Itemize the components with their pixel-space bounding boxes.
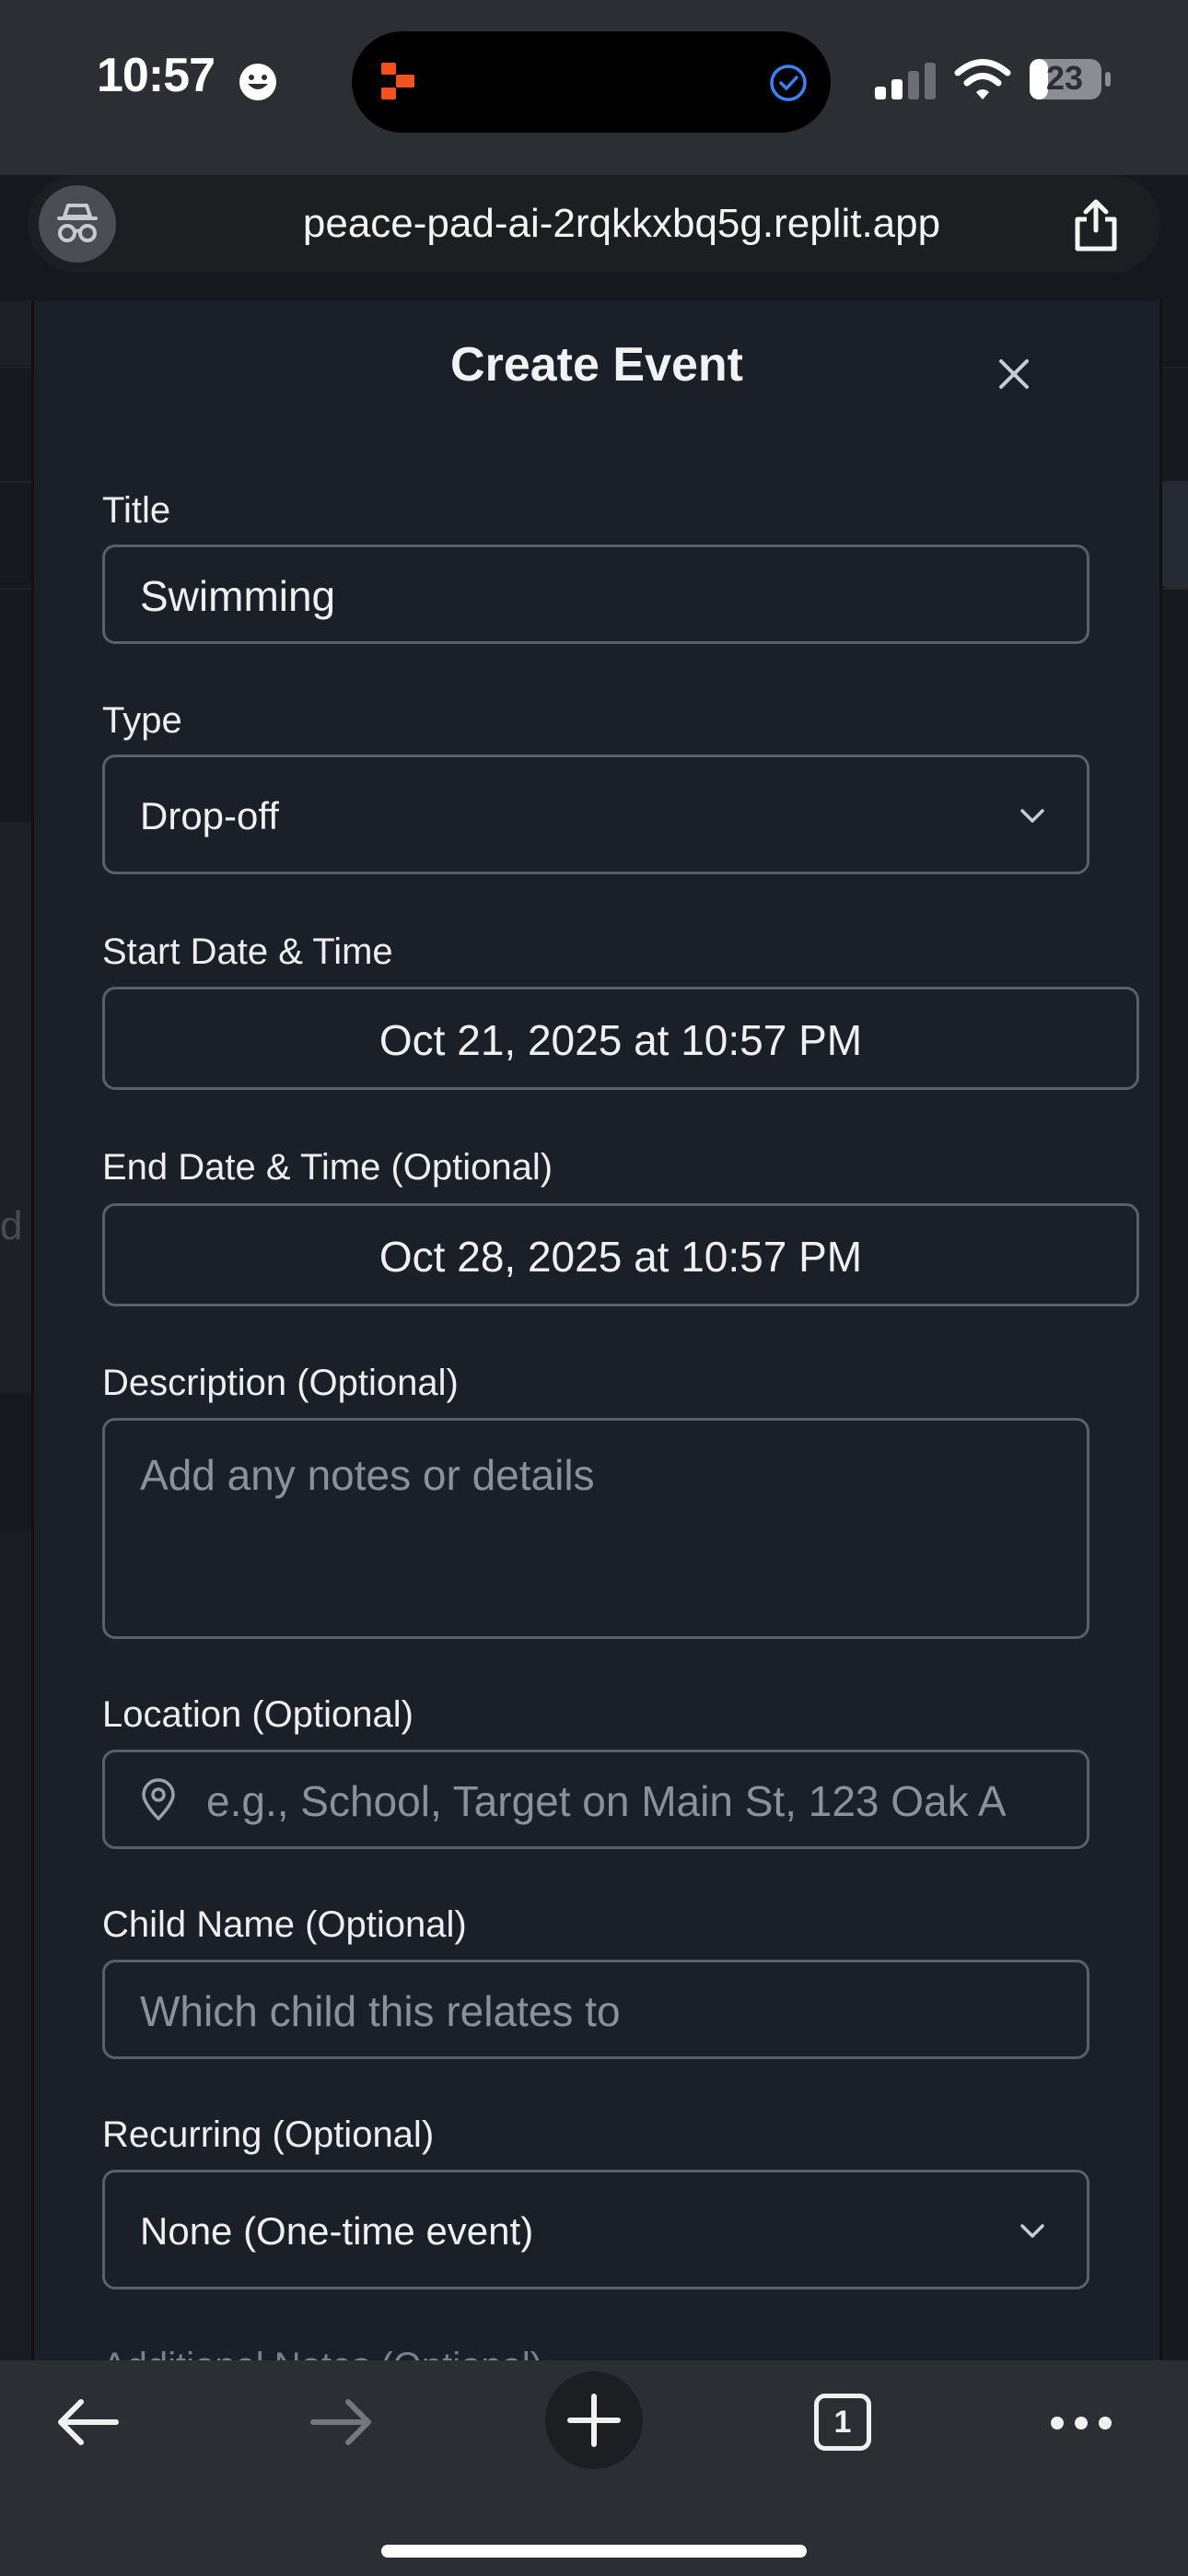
type-value: Drop-off bbox=[140, 794, 279, 837]
home-indicator[interactable] bbox=[381, 2545, 807, 2558]
start-datetime-input[interactable]: Oct 21, 2025 at 10:57 PM bbox=[102, 987, 1139, 1090]
modal-title: Create Event bbox=[450, 338, 743, 392]
title-value: Swimming bbox=[140, 572, 336, 620]
background-strip bbox=[0, 1531, 31, 2480]
check-circle-icon bbox=[770, 64, 807, 101]
chevron-down-icon bbox=[1020, 2224, 1044, 2238]
status-bar: 10:57 23 bbox=[0, 0, 1188, 175]
map-pin-icon bbox=[142, 1778, 175, 1821]
location-label: Location (Optional) bbox=[102, 1694, 413, 1735]
end-datetime-input[interactable]: Oct 28, 2025 at 10:57 PM bbox=[102, 1203, 1139, 1306]
location-placeholder: e.g., School, Target on Main St, 123 Oak… bbox=[206, 1777, 1007, 1825]
start-datetime-label: Start Date & Time bbox=[102, 931, 393, 972]
title-input[interactable]: Swimming bbox=[102, 544, 1089, 644]
plus-icon bbox=[567, 2394, 621, 2447]
chevron-down-icon bbox=[1020, 809, 1044, 823]
replit-icon bbox=[381, 63, 414, 100]
incognito-button[interactable] bbox=[39, 185, 116, 263]
smiley-icon bbox=[239, 64, 276, 100]
child-name-input[interactable]: Which child this relates to bbox=[102, 1960, 1089, 2059]
background-text: d bbox=[0, 1203, 23, 1248]
type-select[interactable]: Drop-off bbox=[102, 755, 1089, 874]
close-icon[interactable] bbox=[992, 352, 1036, 396]
recurring-select[interactable]: None (One-time event) bbox=[102, 2170, 1089, 2289]
address-bar[interactable]: peace-pad-ai-2rqkkxbq5g.replit.app bbox=[28, 175, 1160, 273]
signal-icon bbox=[875, 63, 936, 100]
background-strip bbox=[0, 822, 31, 1393]
forward-arrow-icon[interactable] bbox=[308, 2395, 376, 2449]
child-name-label: Child Name (Optional) bbox=[102, 1904, 467, 1945]
description-placeholder: Add any notes or details bbox=[140, 1451, 595, 1499]
browser-toolbar: 1 bbox=[0, 2360, 1188, 2576]
recurring-value: None (One-time event) bbox=[140, 2209, 534, 2253]
create-event-modal: Create Event Title Swimming Type Drop-of… bbox=[31, 300, 1162, 2386]
wifi-icon bbox=[954, 59, 1011, 100]
new-tab-button[interactable] bbox=[545, 2371, 643, 2469]
description-label: Description (Optional) bbox=[102, 1363, 459, 1403]
title-label: Title bbox=[102, 490, 171, 531]
type-label: Type bbox=[102, 700, 182, 741]
recurring-label: Recurring (Optional) bbox=[102, 2114, 435, 2155]
location-input[interactable]: e.g., School, Target on Main St, 123 Oak… bbox=[102, 1750, 1089, 1849]
more-icon[interactable] bbox=[1048, 2414, 1114, 2432]
url-text[interactable]: peace-pad-ai-2rqkkxbq5g.replit.app bbox=[147, 175, 1096, 273]
background-strip bbox=[0, 300, 31, 365]
end-datetime-label: End Date & Time (Optional) bbox=[102, 1147, 553, 1188]
clock: 10:57 bbox=[97, 49, 215, 102]
share-icon[interactable] bbox=[1068, 197, 1124, 252]
end-datetime-value: Oct 28, 2025 at 10:57 PM bbox=[379, 1233, 863, 1281]
child-name-placeholder: Which child this relates to bbox=[140, 1987, 621, 2035]
dynamic-island bbox=[352, 31, 831, 133]
start-datetime-value: Oct 21, 2025 at 10:57 PM bbox=[379, 1016, 863, 1064]
description-textarea[interactable]: Add any notes or details bbox=[102, 1418, 1089, 1639]
background-card bbox=[1159, 481, 1188, 588]
back-arrow-icon[interactable] bbox=[53, 2395, 122, 2449]
tabs-button[interactable]: 1 bbox=[814, 2394, 871, 2451]
battery-level: 23 bbox=[1045, 59, 1084, 97]
incognito-icon bbox=[57, 204, 98, 242]
